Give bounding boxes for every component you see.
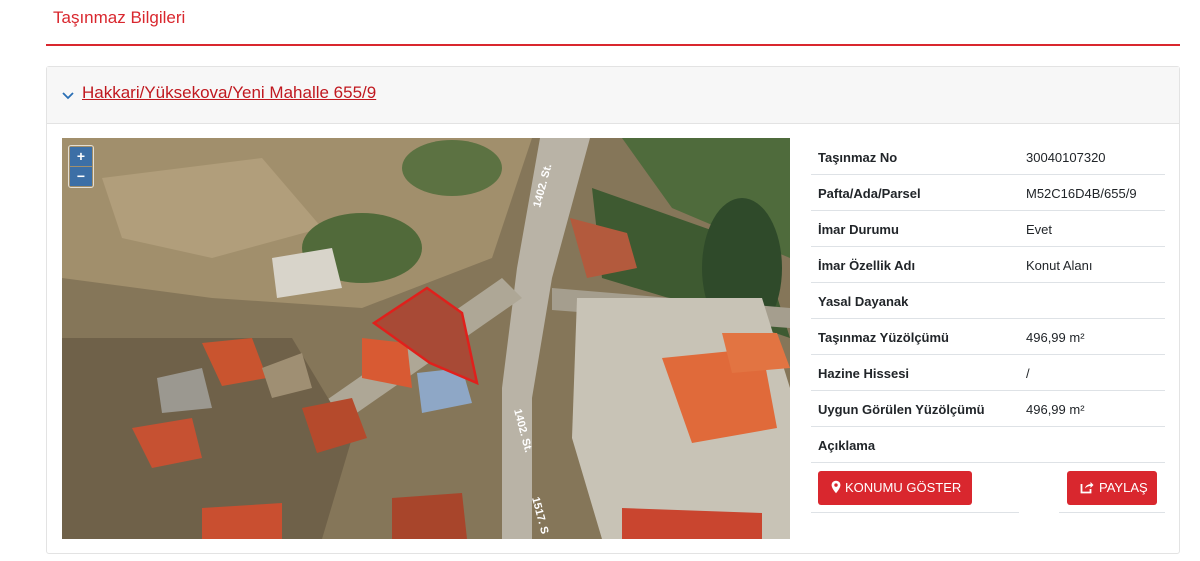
detail-row: Taşınmaz Yüzölçümü 496,99 m² (811, 319, 1165, 355)
show-location-button[interactable]: KONUMU GÖSTER (818, 471, 972, 505)
detail-row: Yasal Dayanak (811, 283, 1165, 319)
detail-value: 496,99 m² (1026, 330, 1085, 345)
detail-row: Taşınmaz No 30040107320 (811, 139, 1165, 175)
detail-value: Evet (1026, 222, 1053, 237)
page-title: Taşınmaz Bilgileri (53, 8, 186, 27)
parcel-title-link[interactable]: Hakkari/Yüksekova/Yeni Mahalle 655/9 (82, 83, 376, 103)
page-header: Taşınmaz Bilgileri (46, 0, 1180, 46)
detail-row: İmar Özellik Adı Konut Alanı (811, 247, 1165, 283)
zoom-in-button[interactable]: + (70, 147, 92, 166)
detail-key: Taşınmaz Yüzölçümü (818, 330, 949, 345)
satellite-map[interactable]: 1402. St. 1402. St. 1517. S + − (62, 138, 790, 539)
share-icon (1080, 482, 1094, 494)
show-location-label: KONUMU GÖSTER (845, 480, 962, 495)
share-label: PAYLAŞ (1099, 480, 1148, 495)
divider (811, 512, 1019, 513)
action-row: KONUMU GÖSTER PAYLAŞ (811, 463, 1165, 513)
zoom-out-button[interactable]: − (70, 167, 92, 186)
chevron-down-icon[interactable] (60, 87, 76, 103)
parcel-card: Hakkari/Yüksekova/Yeni Mahalle 655/9 140… (46, 66, 1180, 554)
detail-key: Uygun Görülen Yüzölçümü (818, 402, 985, 417)
detail-key: Hazine Hissesi (818, 366, 910, 381)
share-button[interactable]: PAYLAŞ (1067, 471, 1157, 505)
parcel-card-header[interactable]: Hakkari/Yüksekova/Yeni Mahalle 655/9 (47, 67, 1179, 124)
detail-key: Pafta/Ada/Parsel (818, 186, 921, 201)
detail-row: Hazine Hissesi / (811, 355, 1165, 391)
detail-value: / (1026, 366, 1030, 381)
map-zoom-control: + − (68, 145, 94, 188)
detail-value: 30040107320 (1026, 150, 1106, 165)
parcel-details-table: Taşınmaz No 30040107320 Pafta/Ada/Parsel… (811, 139, 1165, 513)
map-imagery: 1402. St. 1402. St. 1517. S (62, 138, 790, 539)
detail-row: Uygun Görülen Yüzölçümü 496,99 m² (811, 391, 1165, 427)
map-marker-icon (831, 480, 841, 494)
detail-key: İmar Özellik Adı (818, 258, 916, 273)
detail-key: Yasal Dayanak (818, 294, 909, 309)
detail-row: İmar Durumu Evet (811, 211, 1165, 247)
detail-value: Konut Alanı (1026, 258, 1093, 273)
detail-value: M52C16D4B/655/9 (1026, 186, 1137, 201)
detail-key: Taşınmaz No (818, 150, 898, 165)
detail-row: Açıklama (811, 427, 1165, 463)
detail-key: İmar Durumu (818, 222, 899, 237)
divider (1059, 512, 1165, 513)
detail-row: Pafta/Ada/Parsel M52C16D4B/655/9 (811, 175, 1165, 211)
detail-value: 496,99 m² (1026, 402, 1085, 417)
detail-key: Açıklama (818, 438, 876, 453)
